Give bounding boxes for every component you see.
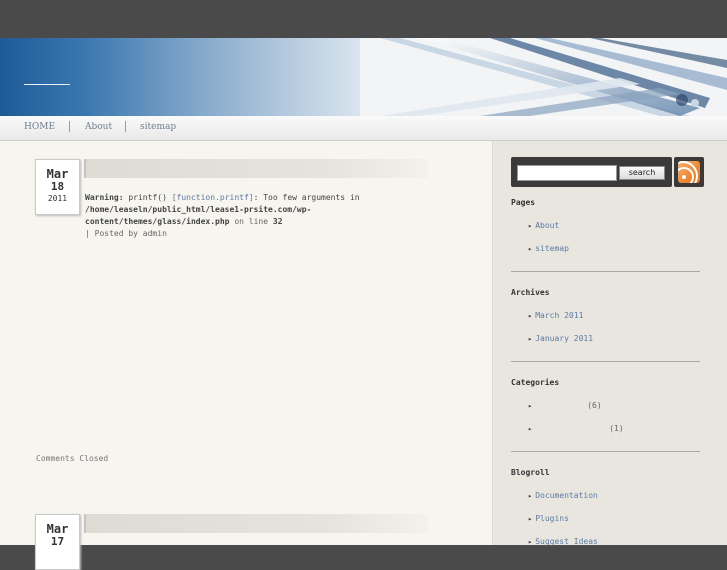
warning-line-number: 32 <box>272 217 283 226</box>
post-title-bar[interactable] <box>84 514 428 533</box>
site-header <box>0 38 727 116</box>
sidebar-item-label[interactable]: About <box>535 221 559 230</box>
post-day: 17 <box>50 535 65 548</box>
sidebar-divider <box>511 361 700 362</box>
category-count: (6) <box>587 401 602 410</box>
warning-label: Warning: <box>85 193 124 202</box>
arrow-bullet-icon: ▸ <box>528 515 533 523</box>
glass-shards-graphic <box>380 38 727 116</box>
sidebar-item-label[interactable]: sitemap <box>535 244 569 253</box>
sidebar-divider <box>511 451 700 452</box>
rss-feed-button[interactable] <box>674 157 704 187</box>
blogroll-item-plugins[interactable]: ▸ Plugins <box>528 514 569 523</box>
warning-on-line: on line <box>234 217 269 226</box>
category-count: (1) <box>609 424 624 433</box>
header-title-line <box>24 84 70 85</box>
pages-heading: Pages <box>511 198 536 207</box>
posted-by: | Posted by admin <box>85 229 167 238</box>
post-title-bar[interactable] <box>84 159 428 178</box>
warning-message: : Too few arguments in <box>253 193 360 202</box>
post-date-badge: Mar 18 2011 <box>35 159 80 215</box>
blogroll-item-documentation[interactable]: ▸ Documentation <box>528 491 598 500</box>
warning-function: printf() <box>128 193 167 202</box>
rss-feed-icon[interactable] <box>678 161 700 183</box>
nav-home-link[interactable]: HOME <box>24 122 55 132</box>
nav-about-link[interactable]: About <box>85 122 112 132</box>
arrow-bullet-icon: ▸ <box>528 335 533 343</box>
search-input[interactable] <box>517 165 617 181</box>
arrow-bullet-icon: ▸ <box>528 312 533 320</box>
main-nav: HOME About sitemap <box>0 116 727 141</box>
blogroll-item-label[interactable]: Documentation <box>535 491 598 500</box>
category-item[interactable]: ▸ (1) <box>528 424 624 433</box>
nav-sitemap-link[interactable]: sitemap <box>140 122 176 132</box>
archives-heading: Archives <box>511 288 550 297</box>
search-button[interactable]: search <box>619 166 665 180</box>
comments-status: Comments Closed <box>36 454 109 463</box>
arrow-bullet-icon: ▸ <box>528 402 533 410</box>
sidebar-divider <box>511 271 700 272</box>
archive-item-january-2011[interactable]: ▸ January 2011 <box>528 334 593 343</box>
archive-item-label[interactable]: January 2011 <box>535 334 593 343</box>
php-warning: Warning: printf() [function.printf]: Too… <box>85 192 415 240</box>
header-glass-art <box>360 38 727 116</box>
categories-heading: Categories <box>511 378 560 387</box>
nav-separator <box>125 121 126 132</box>
post-date-badge: Mar 17 <box>35 514 80 570</box>
nav-separator <box>69 121 70 132</box>
archive-item-march-2011[interactable]: ▸ March 2011 <box>528 311 583 320</box>
post-year: 2011 <box>47 194 68 203</box>
arrow-bullet-icon: ▸ <box>528 245 533 253</box>
post-day: 18 <box>50 180 65 193</box>
warning-function-link[interactable]: [function.printf] <box>172 193 254 202</box>
arrow-bullet-icon: ▸ <box>528 425 533 433</box>
arrow-bullet-icon: ▸ <box>528 492 533 500</box>
top-bar <box>0 0 727 38</box>
sidebar-item-about[interactable]: ▸ About <box>528 221 559 230</box>
blogroll-item-label[interactable]: Plugins <box>535 514 569 523</box>
sidebar-item-sitemap[interactable]: ▸ sitemap <box>528 244 569 253</box>
arrow-bullet-icon: ▸ <box>528 222 533 230</box>
category-item[interactable]: ▸ (6) <box>528 401 602 410</box>
search-box: search <box>511 157 672 187</box>
rss-dot <box>682 175 686 179</box>
archive-item-label[interactable]: March 2011 <box>535 311 583 320</box>
blogroll-heading: Blogroll <box>511 468 550 477</box>
